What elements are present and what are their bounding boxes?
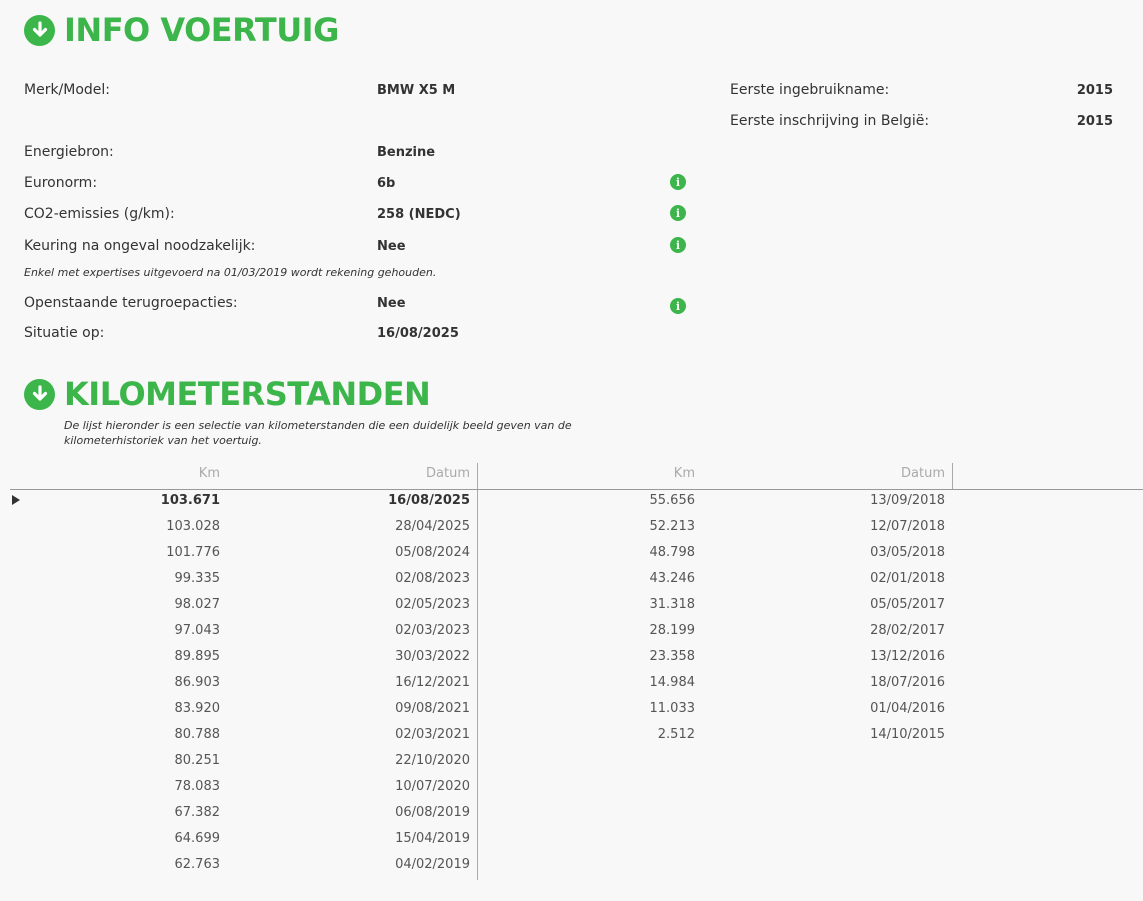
info-title: INFO VOERTUIG bbox=[64, 11, 339, 49]
energiebron-value: Benzine bbox=[377, 145, 436, 160]
km-cell: 64.699 bbox=[174, 831, 221, 846]
datum-cell: 09/08/2021 bbox=[395, 701, 470, 716]
km-cell: 80.251 bbox=[174, 753, 221, 768]
merk-model-label: Merk/Model: bbox=[24, 82, 111, 98]
keuring-value: Nee bbox=[377, 239, 406, 254]
datum-cell: 04/02/2019 bbox=[395, 857, 470, 872]
header-divider bbox=[10, 489, 1143, 490]
km-cell: 28.199 bbox=[649, 623, 696, 638]
datum-cell: 14/10/2015 bbox=[870, 727, 945, 742]
datum-cell: 16/12/2021 bbox=[395, 675, 470, 690]
co2-label: CO2-emissies (g/km): bbox=[24, 206, 175, 222]
km-cell: 2.512 bbox=[657, 727, 695, 742]
datum-cell: 06/08/2019 bbox=[395, 805, 470, 820]
co2-value: 258 (NEDC) bbox=[377, 207, 461, 222]
km-header-left[interactable]: Km bbox=[150, 466, 220, 481]
datum-cell: 02/08/2023 bbox=[395, 571, 470, 586]
terugroep-value: Nee bbox=[377, 296, 406, 311]
column-divider bbox=[477, 463, 478, 880]
datum-cell: 02/05/2023 bbox=[395, 597, 470, 612]
km-cell: 86.903 bbox=[174, 675, 221, 690]
km-cell: 11.033 bbox=[649, 701, 696, 716]
datum-header-left[interactable]: Datum bbox=[370, 466, 470, 481]
situatie-label: Situatie op: bbox=[24, 325, 105, 341]
km-cell: 48.798 bbox=[649, 545, 696, 560]
info-section-header: INFO VOERTUIG bbox=[24, 14, 339, 46]
datum-cell: 02/03/2023 bbox=[395, 623, 470, 638]
datum-cell: 05/08/2024 bbox=[395, 545, 470, 560]
datum-cell: 02/03/2021 bbox=[395, 727, 470, 742]
km-cell: 78.083 bbox=[174, 779, 221, 794]
ingebruikname-label: Eerste ingebruikname: bbox=[730, 82, 890, 98]
km-cell: 98.027 bbox=[174, 597, 221, 612]
km-cell: 43.246 bbox=[649, 571, 696, 586]
current-row-marker-icon bbox=[12, 495, 20, 505]
datum-cell: 10/07/2020 bbox=[395, 779, 470, 794]
datum-cell: 02/01/2018 bbox=[870, 571, 945, 586]
arrow-down-circle-icon[interactable] bbox=[24, 14, 55, 46]
km-cell: 103.671 bbox=[160, 493, 220, 508]
inschrijving-value: 2015 bbox=[1076, 114, 1113, 129]
datum-cell: 03/05/2018 bbox=[870, 545, 945, 560]
km-cell: 67.382 bbox=[174, 805, 221, 820]
datum-cell: 13/12/2016 bbox=[870, 649, 945, 664]
info-icon[interactable]: i bbox=[670, 205, 686, 221]
km-cell: 80.788 bbox=[174, 727, 221, 742]
info-icon[interactable]: i bbox=[670, 174, 686, 190]
datum-cell: 28/02/2017 bbox=[870, 623, 945, 638]
km-cell: 31.318 bbox=[649, 597, 696, 612]
km-cell: 62.763 bbox=[174, 857, 221, 872]
terugroep-label: Openstaande terugroepacties: bbox=[24, 295, 238, 311]
situatie-value: 16/08/2025 bbox=[377, 326, 459, 341]
info-icon[interactable]: i bbox=[670, 298, 686, 314]
km-cell: 55.656 bbox=[649, 493, 696, 508]
energiebron-label: Energiebron: bbox=[24, 144, 114, 160]
km-cell: 103.028 bbox=[166, 519, 220, 534]
keuring-label: Keuring na ongeval noodzakelijk: bbox=[24, 238, 256, 254]
inschrijving-label: Eerste inschrijving in België: bbox=[730, 113, 930, 129]
datum-cell: 13/09/2018 bbox=[870, 493, 945, 508]
datum-cell: 16/08/2025 bbox=[388, 493, 470, 508]
datum-cell: 05/05/2017 bbox=[870, 597, 945, 612]
km-title: KILOMETERSTANDEN bbox=[64, 375, 431, 413]
km-cell: 83.920 bbox=[174, 701, 221, 716]
km-cell: 14.984 bbox=[649, 675, 696, 690]
km-cell: 89.895 bbox=[174, 649, 221, 664]
info-icon[interactable]: i bbox=[670, 237, 686, 253]
euronorm-label: Euronorm: bbox=[24, 175, 98, 191]
datum-cell: 22/10/2020 bbox=[395, 753, 470, 768]
datum-cell: 01/04/2016 bbox=[870, 701, 945, 716]
km-cell: 52.213 bbox=[649, 519, 696, 534]
km-section-header: KILOMETERSTANDEN bbox=[24, 375, 431, 413]
ingebruikname-value: 2015 bbox=[1076, 83, 1113, 98]
datum-cell: 12/07/2018 bbox=[870, 519, 945, 534]
datum-header-right[interactable]: Datum bbox=[845, 466, 945, 481]
datum-cell: 30/03/2022 bbox=[395, 649, 470, 664]
expertise-note: Enkel met expertises uitgevoerd na 01/03… bbox=[24, 266, 437, 279]
euronorm-value: 6b bbox=[377, 176, 396, 191]
merk-model-value: BMW X5 M bbox=[377, 83, 456, 98]
datum-cell: 15/04/2019 bbox=[395, 831, 470, 846]
km-cell: 101.776 bbox=[166, 545, 220, 560]
km-header-right[interactable]: Km bbox=[625, 466, 695, 481]
datum-cell: 18/07/2016 bbox=[870, 675, 945, 690]
datum-cell: 28/04/2025 bbox=[395, 519, 470, 534]
arrow-down-circle-icon[interactable] bbox=[24, 378, 55, 410]
km-cell: 23.358 bbox=[649, 649, 696, 664]
km-intro: De lijst hieronder is een selectie van k… bbox=[64, 419, 572, 447]
km-cell: 97.043 bbox=[174, 623, 221, 638]
column-divider bbox=[952, 463, 953, 489]
km-cell: 99.335 bbox=[174, 571, 221, 586]
